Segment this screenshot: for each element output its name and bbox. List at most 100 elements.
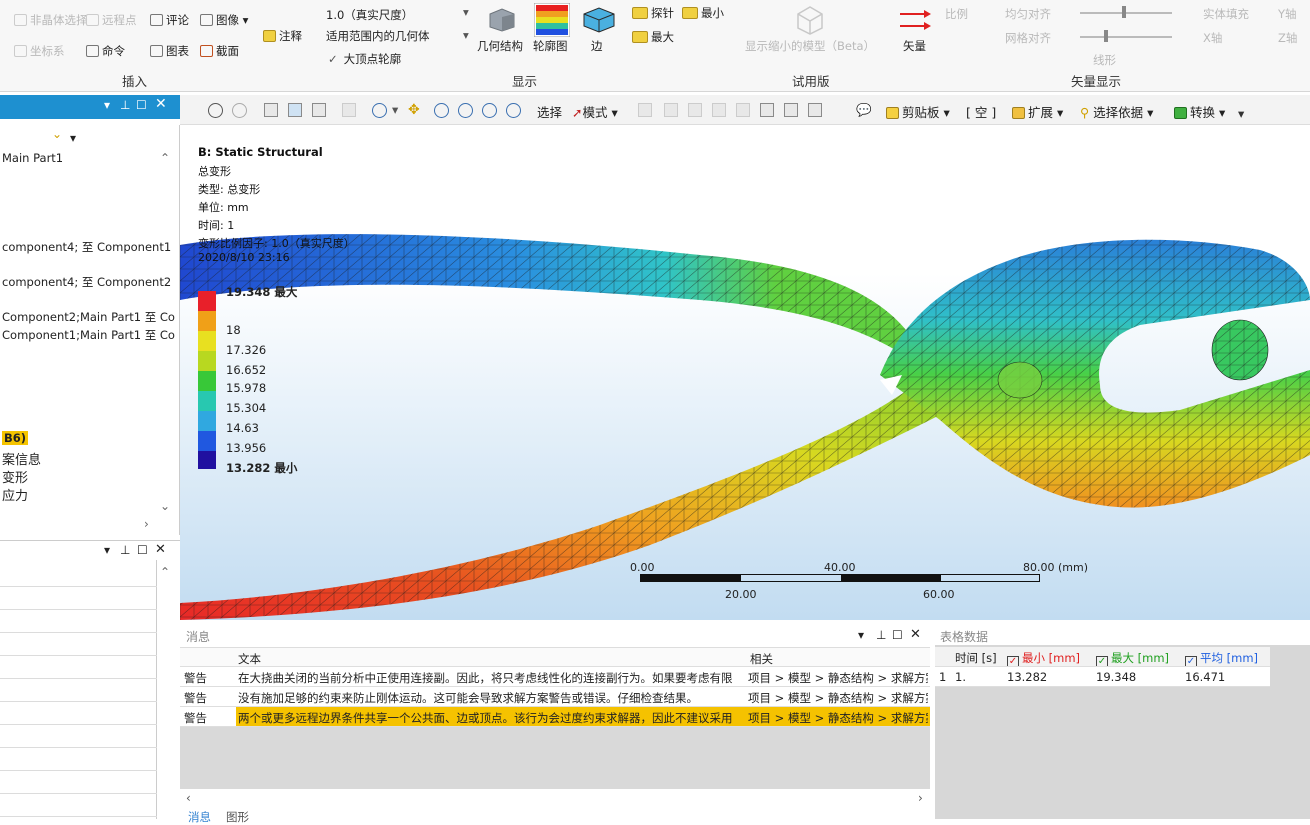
- outline-checkbox[interactable]: ✓ 大顶点轮廓: [328, 51, 401, 67]
- table-row[interactable]: 1 1. 13.282 19.348 16.471: [935, 667, 1270, 687]
- message-row[interactable]: 警告 没有施加足够的约束来防止刚体运动。这可能会导致求解方案警告或错误。仔细检查…: [180, 687, 930, 707]
- details-row[interactable]: [0, 725, 157, 748]
- tree-item[interactable]: Main Part1: [2, 151, 63, 165]
- magnifier-icon[interactable]: [506, 103, 521, 118]
- dropdown-arrow-icon[interactable]: ▾: [858, 628, 864, 642]
- ribbon-item-comment[interactable]: 评论: [150, 12, 189, 28]
- extend-button[interactable]: 扩展 ▾: [1012, 102, 1063, 121]
- geometry-icon[interactable]: [488, 8, 516, 32]
- zoom-in-icon[interactable]: [434, 103, 449, 118]
- tab-graphics[interactable]: 图形: [226, 809, 249, 825]
- convert-button[interactable]: 转换 ▾: [1174, 102, 1225, 121]
- tree-item[interactable]: component4; 至 Component2: [2, 274, 171, 290]
- maximize-icon[interactable]: ☐: [137, 543, 148, 557]
- overflow-arrow-icon[interactable]: ▾: [1238, 106, 1244, 121]
- details-row[interactable]: [0, 679, 157, 702]
- tree-item[interactable]: 变形: [2, 467, 28, 486]
- uniform-align-option[interactable]: 均匀对齐: [1005, 6, 1051, 22]
- tree-item[interactable]: 案信息: [2, 449, 41, 468]
- scope-dropdown-arrow[interactable]: ▾: [463, 28, 469, 42]
- x-axis-option[interactable]: X轴: [1203, 30, 1222, 46]
- tree-dropdown-arrow[interactable]: ▾: [70, 131, 76, 145]
- message-row[interactable]: 警告 在大挠曲关闭的当前分析中正使用连接副。因此，将只考虑线性化的连接副行为。如…: [180, 667, 930, 687]
- scroll-left-icon[interactable]: ‹: [186, 791, 191, 805]
- pin-icon[interactable]: ⊥: [876, 628, 886, 642]
- checkbox-icon[interactable]: ✓: [1096, 656, 1108, 666]
- zoom-icon[interactable]: [208, 103, 223, 118]
- select-tool-icon[interactable]: [760, 103, 774, 117]
- details-row[interactable]: [0, 564, 157, 587]
- column-header-related[interactable]: 相关: [750, 651, 773, 666]
- select-by-button[interactable]: ⚲ 选择依据 ▾: [1080, 102, 1153, 121]
- slider-thumb[interactable]: [1104, 30, 1108, 42]
- vector-icon[interactable]: [898, 6, 932, 34]
- column-header-min[interactable]: ✓ 最小 [mm]: [1007, 650, 1080, 666]
- min-button[interactable]: 最小: [682, 5, 724, 21]
- tree-item[interactable]: component4; 至 Component1: [2, 239, 171, 255]
- chevron-down-icon[interactable]: ⌄: [52, 127, 62, 141]
- select-button[interactable]: 选择: [537, 102, 562, 121]
- solid-fill-option[interactable]: 实体填充: [1203, 6, 1249, 22]
- tree-item[interactable]: Component1;Main Part1 至 Co: [2, 327, 175, 343]
- ribbon-item-section[interactable]: 截面: [200, 43, 239, 59]
- message-row-selected[interactable]: 警告 两个或更多远程边界条件共享一个公共面、边或顶点。该行为会过度约束求解器，因…: [180, 707, 930, 727]
- cube-icon[interactable]: [264, 103, 278, 117]
- select-tool-icon[interactable]: [688, 103, 702, 117]
- y-axis-option[interactable]: Y轴: [1278, 6, 1297, 22]
- select-tool-icon[interactable]: [808, 103, 822, 117]
- scale-dropdown-arrow[interactable]: ▾: [463, 5, 469, 19]
- select-tool-icon[interactable]: [638, 103, 652, 117]
- select-tool-icon[interactable]: [784, 103, 798, 117]
- geometry-button[interactable]: 几何结构: [477, 38, 523, 54]
- scope-dropdown[interactable]: 适用范围内的几何体: [326, 28, 430, 44]
- face-select-icon[interactable]: [288, 103, 302, 117]
- details-scroll-up-icon[interactable]: ⌃: [160, 565, 170, 579]
- close-icon[interactable]: ✕: [910, 627, 921, 642]
- column-header-max[interactable]: ✓ 最大 [mm]: [1096, 650, 1169, 666]
- select-tool-icon[interactable]: [664, 103, 678, 117]
- close-icon[interactable]: ✕: [155, 542, 166, 557]
- tab-messages[interactable]: 消息: [188, 809, 211, 825]
- vector-button[interactable]: 矢量: [903, 38, 926, 54]
- scroll-right-icon[interactable]: ›: [144, 517, 149, 531]
- tree-item[interactable]: Component2;Main Part1 至 Co: [2, 309, 175, 325]
- pin-icon[interactable]: ⊥: [120, 543, 130, 557]
- details-row[interactable]: [0, 748, 157, 771]
- checkbox-icon[interactable]: ✓: [1007, 656, 1019, 666]
- line-form-option[interactable]: 线形: [1093, 52, 1116, 68]
- details-row[interactable]: [0, 794, 157, 817]
- rotate-icon[interactable]: [372, 103, 387, 118]
- ribbon-item-chart[interactable]: 图表: [150, 43, 189, 59]
- scroll-up-icon[interactable]: ⌃: [160, 151, 170, 165]
- dropdown-arrow-icon[interactable]: ▾: [104, 543, 110, 557]
- ribbon-item-remote-point[interactable]: 远程点: [86, 12, 137, 28]
- select-tool-icon[interactable]: [736, 103, 750, 117]
- zoom-fit-icon[interactable]: [482, 103, 497, 118]
- mode-button[interactable]: ➚模式 ▾: [572, 102, 618, 121]
- grid-align-option[interactable]: 网格对齐: [1005, 30, 1051, 46]
- details-row[interactable]: [0, 656, 157, 679]
- dropdown-arrow-icon[interactable]: ▾: [104, 98, 110, 112]
- ribbon-item-annotation[interactable]: 注释: [263, 28, 302, 44]
- close-icon[interactable]: ✕: [155, 96, 167, 112]
- ribbon-item-coordinate-system[interactable]: 坐标系: [14, 43, 65, 59]
- tree-item[interactable]: 应力: [2, 485, 28, 504]
- comment-bubble-icon[interactable]: 💬: [856, 102, 872, 118]
- details-row[interactable]: [0, 587, 157, 610]
- contour-button[interactable]: 轮廓图: [533, 38, 568, 54]
- details-row[interactable]: [0, 610, 157, 633]
- ribbon-item-insert-0[interactable]: 非晶体选择: [14, 12, 88, 28]
- maximize-icon[interactable]: ☐: [136, 98, 147, 112]
- reduced-model-button[interactable]: 显示缩小的模型（Beta）: [745, 38, 875, 54]
- checkbox-icon[interactable]: ✓: [1185, 656, 1197, 666]
- column-header-text[interactable]: 文本: [238, 651, 261, 666]
- column-header-time[interactable]: 时间 [s]: [955, 650, 997, 666]
- scroll-down-icon[interactable]: ⌄: [160, 499, 170, 513]
- contour-icon[interactable]: [533, 2, 571, 38]
- scroll-right-icon[interactable]: ›: [918, 791, 923, 805]
- maximize-icon[interactable]: ☐: [892, 628, 903, 642]
- select-tool-icon[interactable]: [712, 103, 726, 117]
- zoom-out-icon[interactable]: [232, 103, 247, 118]
- column-header-avg[interactable]: ✓ 平均 [mm]: [1185, 650, 1258, 666]
- node-icon[interactable]: [342, 103, 356, 117]
